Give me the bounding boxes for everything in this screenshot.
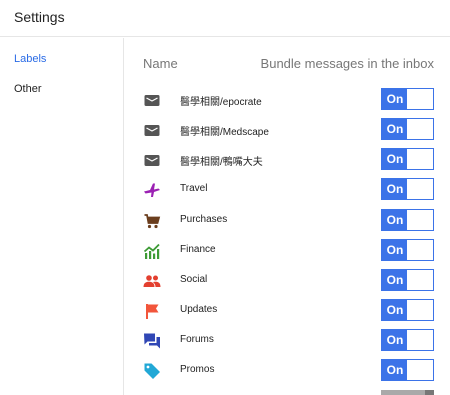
- bundle-toggle[interactable]: On: [381, 88, 434, 110]
- forum-icon: [143, 332, 161, 350]
- label-icon: [143, 121, 161, 139]
- label-icon: [143, 151, 161, 169]
- toggle-on-label: On: [382, 270, 408, 290]
- shopping-cart-icon: [143, 212, 161, 230]
- toggle-thumb: [407, 89, 433, 109]
- toggle-handle: [425, 390, 434, 395]
- toggle-on-label: On: [382, 330, 408, 350]
- label-row: Forums On: [125, 326, 450, 356]
- toggle-thumb: [407, 270, 433, 290]
- row-label: Promos: [180, 364, 215, 375]
- label-row: 醫學相關/epocrate On: [125, 85, 450, 115]
- row-label: Forums: [180, 334, 214, 345]
- chart-icon: [143, 242, 161, 260]
- label-icon: [143, 91, 161, 109]
- row-label: 醫學相關/鴨嘴大夫: [180, 157, 263, 168]
- toggle-thumb: [407, 149, 433, 169]
- toggle-on-label: On: [382, 240, 408, 260]
- bundle-column-header: Bundle messages in the inbox: [260, 56, 434, 71]
- sidebar-item-other[interactable]: Other: [14, 83, 42, 95]
- airplane-icon: [143, 181, 161, 199]
- bundle-toggle[interactable]: On: [381, 299, 434, 321]
- toggle-on-label: On: [382, 149, 408, 169]
- row-label: 醫學相關/Medscape: [180, 127, 269, 138]
- page-title: Settings: [14, 9, 65, 25]
- tag-icon: [143, 362, 161, 380]
- sidebar-item-labels[interactable]: Labels: [14, 53, 46, 65]
- toggle-thumb: [407, 179, 433, 199]
- row-label: Purchases: [180, 214, 228, 225]
- people-icon: [143, 272, 161, 290]
- toggle-thumb: [407, 300, 433, 320]
- toggle-thumb: [407, 360, 433, 380]
- label-row: Finance On: [125, 236, 450, 266]
- toggle-thumb: [407, 240, 433, 260]
- bundle-toggle[interactable]: On: [381, 148, 434, 170]
- label-row: Promos On: [125, 356, 450, 386]
- row-label: Travel: [180, 183, 208, 194]
- bundle-toggle[interactable]: On: [381, 209, 434, 231]
- bundle-toggle[interactable]: On: [381, 118, 434, 140]
- toggle-on-label: On: [382, 360, 408, 380]
- row-label: Finance: [180, 244, 216, 255]
- label-row: 醫學相關/Medscape On: [125, 115, 450, 145]
- bundle-toggle[interactable]: On: [381, 329, 434, 351]
- row-label: Updates: [180, 304, 218, 315]
- labels-panel: Name Bundle messages in the inbox 醫學相關/e…: [125, 38, 450, 395]
- toggle-on-label: On: [382, 179, 408, 199]
- toggle-thumb: [407, 210, 433, 230]
- toggle-on-label: On: [382, 119, 408, 139]
- toggle-on-label: On: [382, 300, 408, 320]
- name-column-header: Name: [143, 56, 178, 71]
- sidebar: Labels Other: [0, 38, 124, 395]
- bundle-toggle[interactable]: On: [381, 269, 434, 291]
- label-row: Purchases On: [125, 206, 450, 236]
- bundle-toggle-partial[interactable]: [381, 390, 434, 395]
- toggle-thumb: [407, 119, 433, 139]
- flag-icon: [143, 302, 161, 320]
- toggle-on-label: On: [382, 89, 408, 109]
- bundle-toggle[interactable]: On: [381, 359, 434, 381]
- label-row: Travel On: [125, 175, 450, 205]
- row-label: 醫學相關/epocrate: [180, 97, 262, 108]
- toggle-on-label: On: [382, 210, 408, 230]
- row-label: Social: [180, 274, 208, 285]
- settings-header: Settings: [0, 0, 450, 37]
- label-row: Social On: [125, 266, 450, 296]
- label-row: Updates On: [125, 296, 450, 326]
- bundle-toggle[interactable]: On: [381, 239, 434, 261]
- toggle-thumb: [407, 330, 433, 350]
- label-row: 醫學相關/鴨嘴大夫 On: [125, 145, 450, 175]
- bundle-toggle[interactable]: On: [381, 178, 434, 200]
